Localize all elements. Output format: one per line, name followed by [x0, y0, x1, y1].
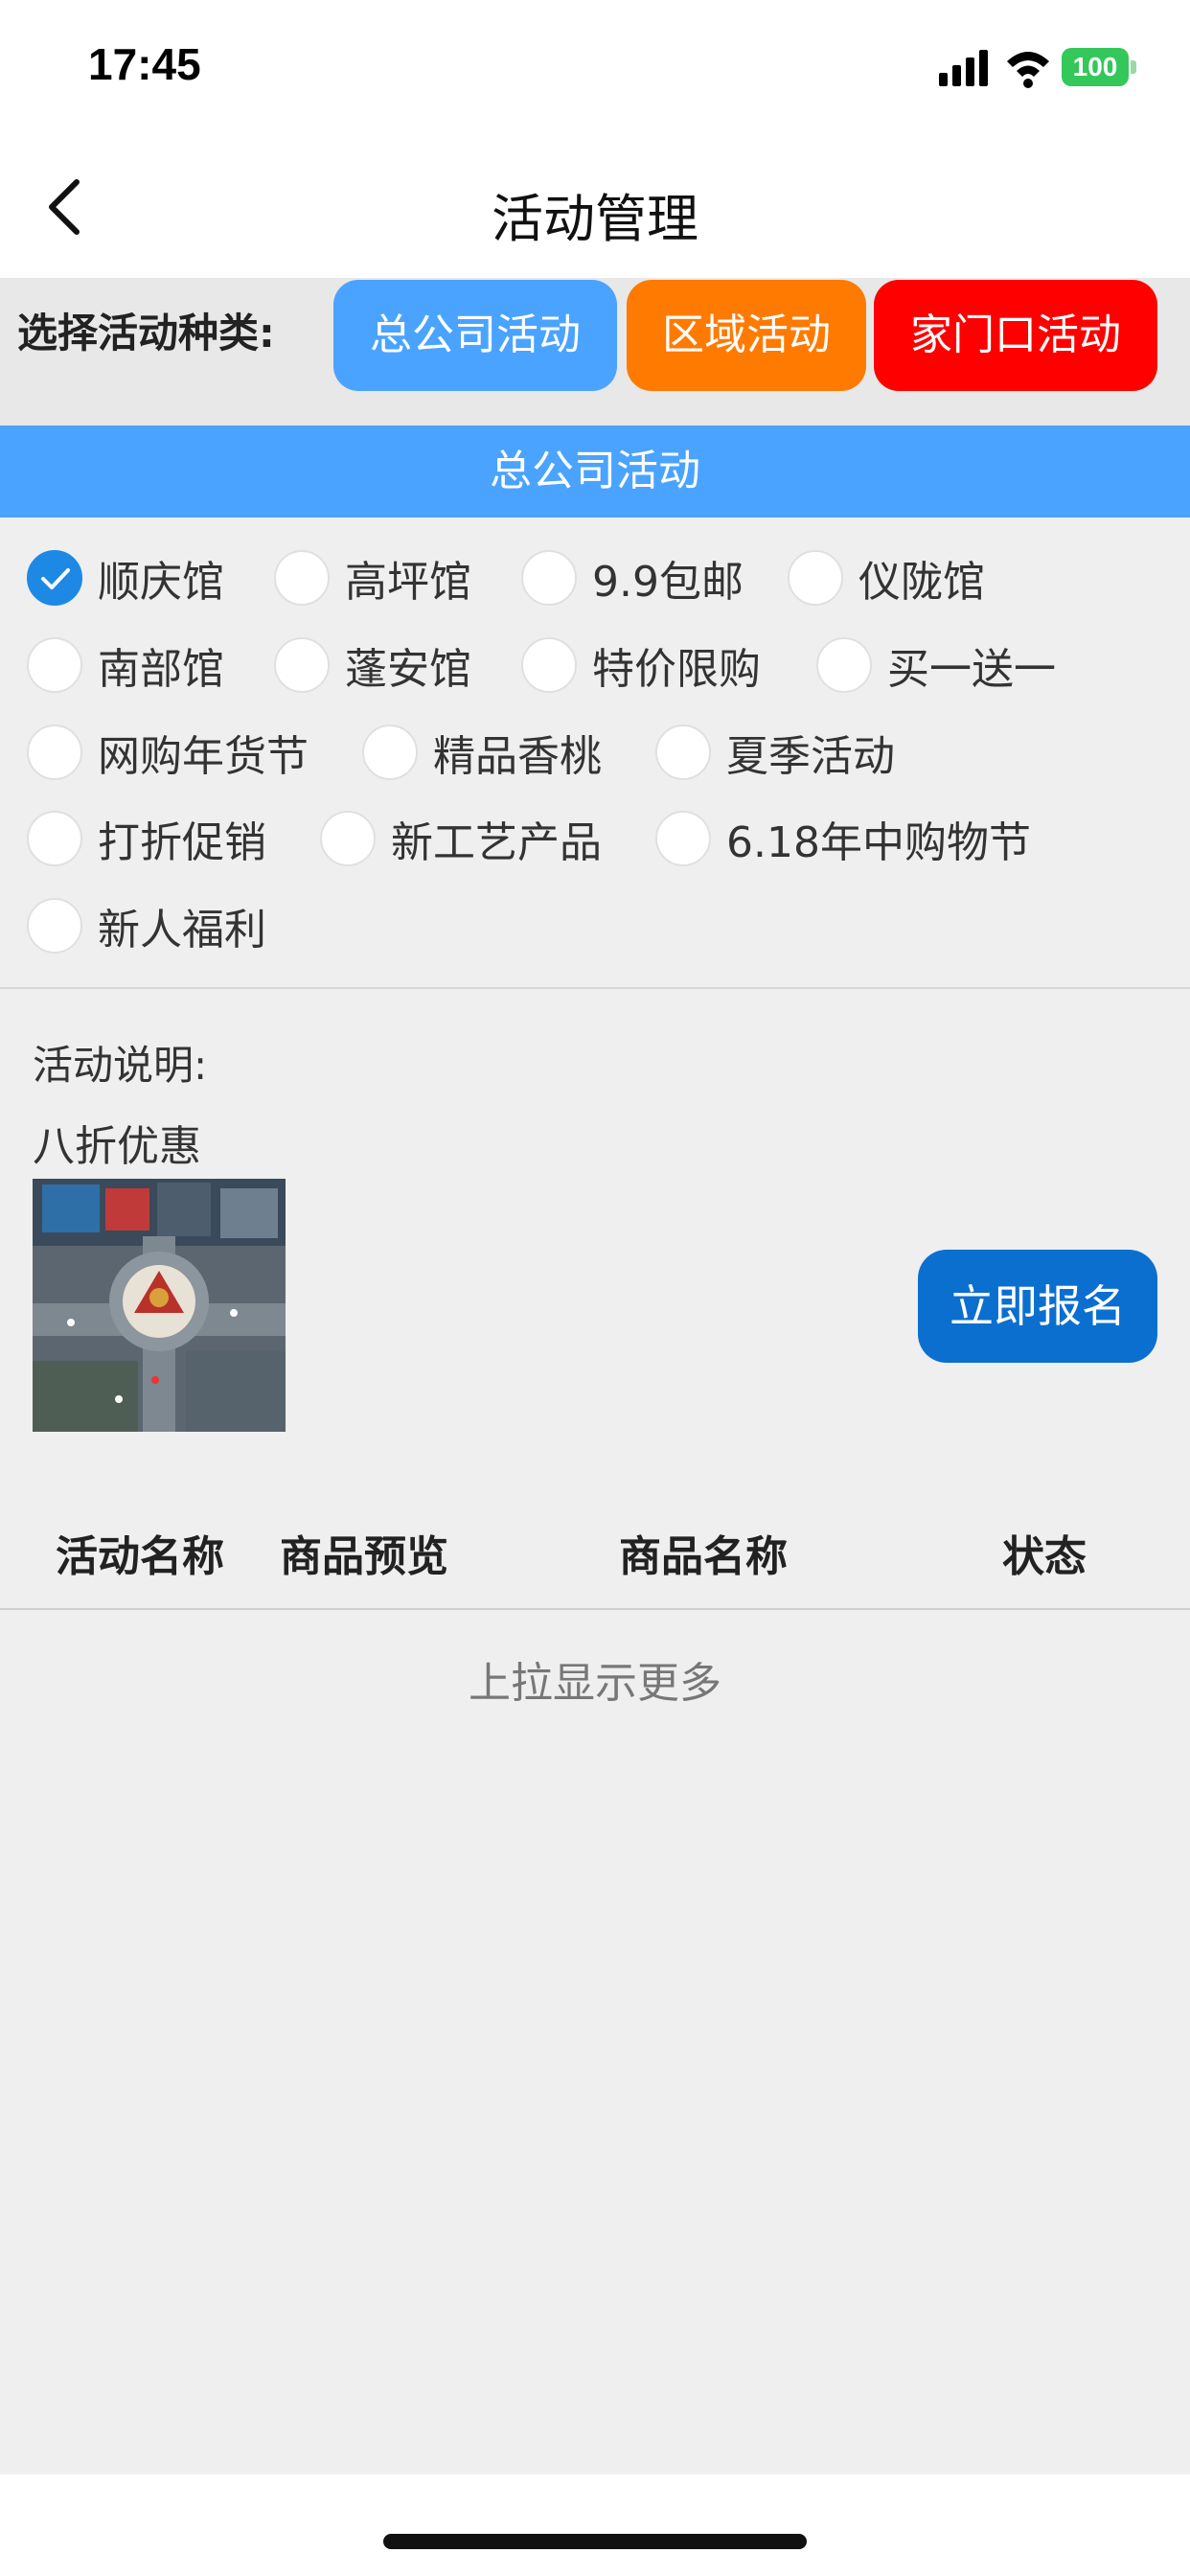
- radio-icon[interactable]: [27, 724, 82, 780]
- radio-icon[interactable]: [27, 637, 82, 693]
- option-item[interactable]: 高坪馆: [274, 544, 471, 611]
- radio-icon[interactable]: [521, 637, 577, 693]
- option-item[interactable]: 仪陇馆: [788, 544, 985, 611]
- option-item[interactable]: 蓬安馆: [274, 632, 471, 699]
- status-bar: 17:45 100: [0, 0, 1190, 134]
- column-header-product-preview: 商品预览: [280, 1532, 448, 1581]
- doorstep-activity-button[interactable]: 家门口活动: [874, 280, 1157, 391]
- category-selector: 选择活动种类: 总公司活动 区域活动 家门口活动: [0, 278, 1190, 426]
- option-label: 蓬安馆: [345, 645, 471, 694]
- option-item[interactable]: 精品香桃: [362, 719, 602, 786]
- option-label: 高坪馆: [345, 558, 471, 607]
- option-label: 新人福利: [98, 906, 266, 954]
- option-item[interactable]: 买一送一: [816, 632, 1056, 699]
- option-item[interactable]: 9.9包邮: [521, 544, 744, 611]
- activity-image: [33, 1179, 286, 1432]
- option-item[interactable]: 新人福利: [27, 892, 266, 959]
- option-label: 顺庆馆: [98, 558, 224, 607]
- radio-icon[interactable]: [521, 550, 577, 606]
- option-item[interactable]: 南部馆: [27, 632, 224, 699]
- radio-icon[interactable]: [27, 898, 82, 954]
- radio-icon[interactable]: [274, 637, 330, 693]
- column-header-activity-name: 活动名称: [56, 1532, 224, 1581]
- option-item[interactable]: 新工艺产品: [320, 805, 602, 872]
- option-item[interactable]: 6.18年中购物节: [655, 805, 1031, 872]
- radio-icon[interactable]: [655, 724, 711, 780]
- home-indicator-area: [0, 2474, 1190, 2576]
- description-title: 活动说明:: [33, 1042, 208, 1089]
- option-label: 特价限购: [592, 645, 761, 694]
- radio-icon[interactable]: [655, 811, 711, 866]
- option-label: 买一送一: [887, 645, 1056, 694]
- description-text: 八折优惠: [33, 1122, 201, 1171]
- navigation-bar: 活动管理: [0, 134, 1190, 278]
- option-label: 仪陇馆: [858, 558, 985, 607]
- head-office-activity-button[interactable]: 总公司活动: [333, 280, 617, 391]
- option-item[interactable]: 顺庆馆: [27, 544, 224, 611]
- option-item[interactable]: 夏季活动: [655, 719, 895, 786]
- battery-level: 100: [1062, 48, 1129, 86]
- radio-icon[interactable]: [816, 637, 872, 693]
- option-item[interactable]: 网购年货节: [27, 719, 309, 786]
- section-header: 总公司活动: [0, 426, 1190, 518]
- page-title: 活动管理: [492, 189, 698, 249]
- option-label: 9.9包邮: [592, 558, 744, 607]
- option-label: 夏季活动: [726, 732, 895, 781]
- signup-button[interactable]: 立即报名: [918, 1250, 1157, 1363]
- option-label: 6.18年中购物节: [726, 818, 1031, 867]
- category-label: 选择活动种类:: [17, 310, 275, 356]
- regional-activity-button[interactable]: 区域活动: [627, 280, 866, 391]
- option-label: 新工艺产品: [391, 818, 602, 867]
- radio-checked-icon[interactable]: [27, 550, 82, 606]
- activity-options: 顺庆馆 高坪馆 9.9包邮 仪陇馆 南部馆 蓬安馆 特价限购 买一送一 网购年货…: [0, 518, 1190, 989]
- column-header-product-name: 商品名称: [619, 1532, 788, 1581]
- load-more-hint: 上拉显示更多: [469, 1659, 721, 1708]
- option-label: 精品香桃: [433, 732, 602, 781]
- option-label: 南部馆: [98, 645, 224, 694]
- radio-icon[interactable]: [788, 550, 843, 606]
- option-label: 打折促销: [98, 818, 266, 867]
- battery-icon: 100: [1062, 48, 1136, 86]
- radio-icon[interactable]: [274, 550, 330, 606]
- home-indicator[interactable]: [383, 2534, 807, 2549]
- radio-icon[interactable]: [320, 811, 376, 866]
- radio-icon[interactable]: [362, 724, 418, 780]
- option-label: 网购年货节: [98, 732, 309, 781]
- option-item[interactable]: 特价限购: [521, 632, 761, 699]
- column-header-status: 状态: [1002, 1532, 1087, 1581]
- radio-icon[interactable]: [27, 811, 82, 866]
- table-header: 活动名称 商品预览 商品名称 状态: [0, 1495, 1190, 1610]
- option-item[interactable]: 打折促销: [27, 805, 266, 872]
- wifi-icon: [1007, 52, 1049, 88]
- cellular-signal-icon: [939, 50, 988, 86]
- status-time: 17:45: [88, 39, 201, 89]
